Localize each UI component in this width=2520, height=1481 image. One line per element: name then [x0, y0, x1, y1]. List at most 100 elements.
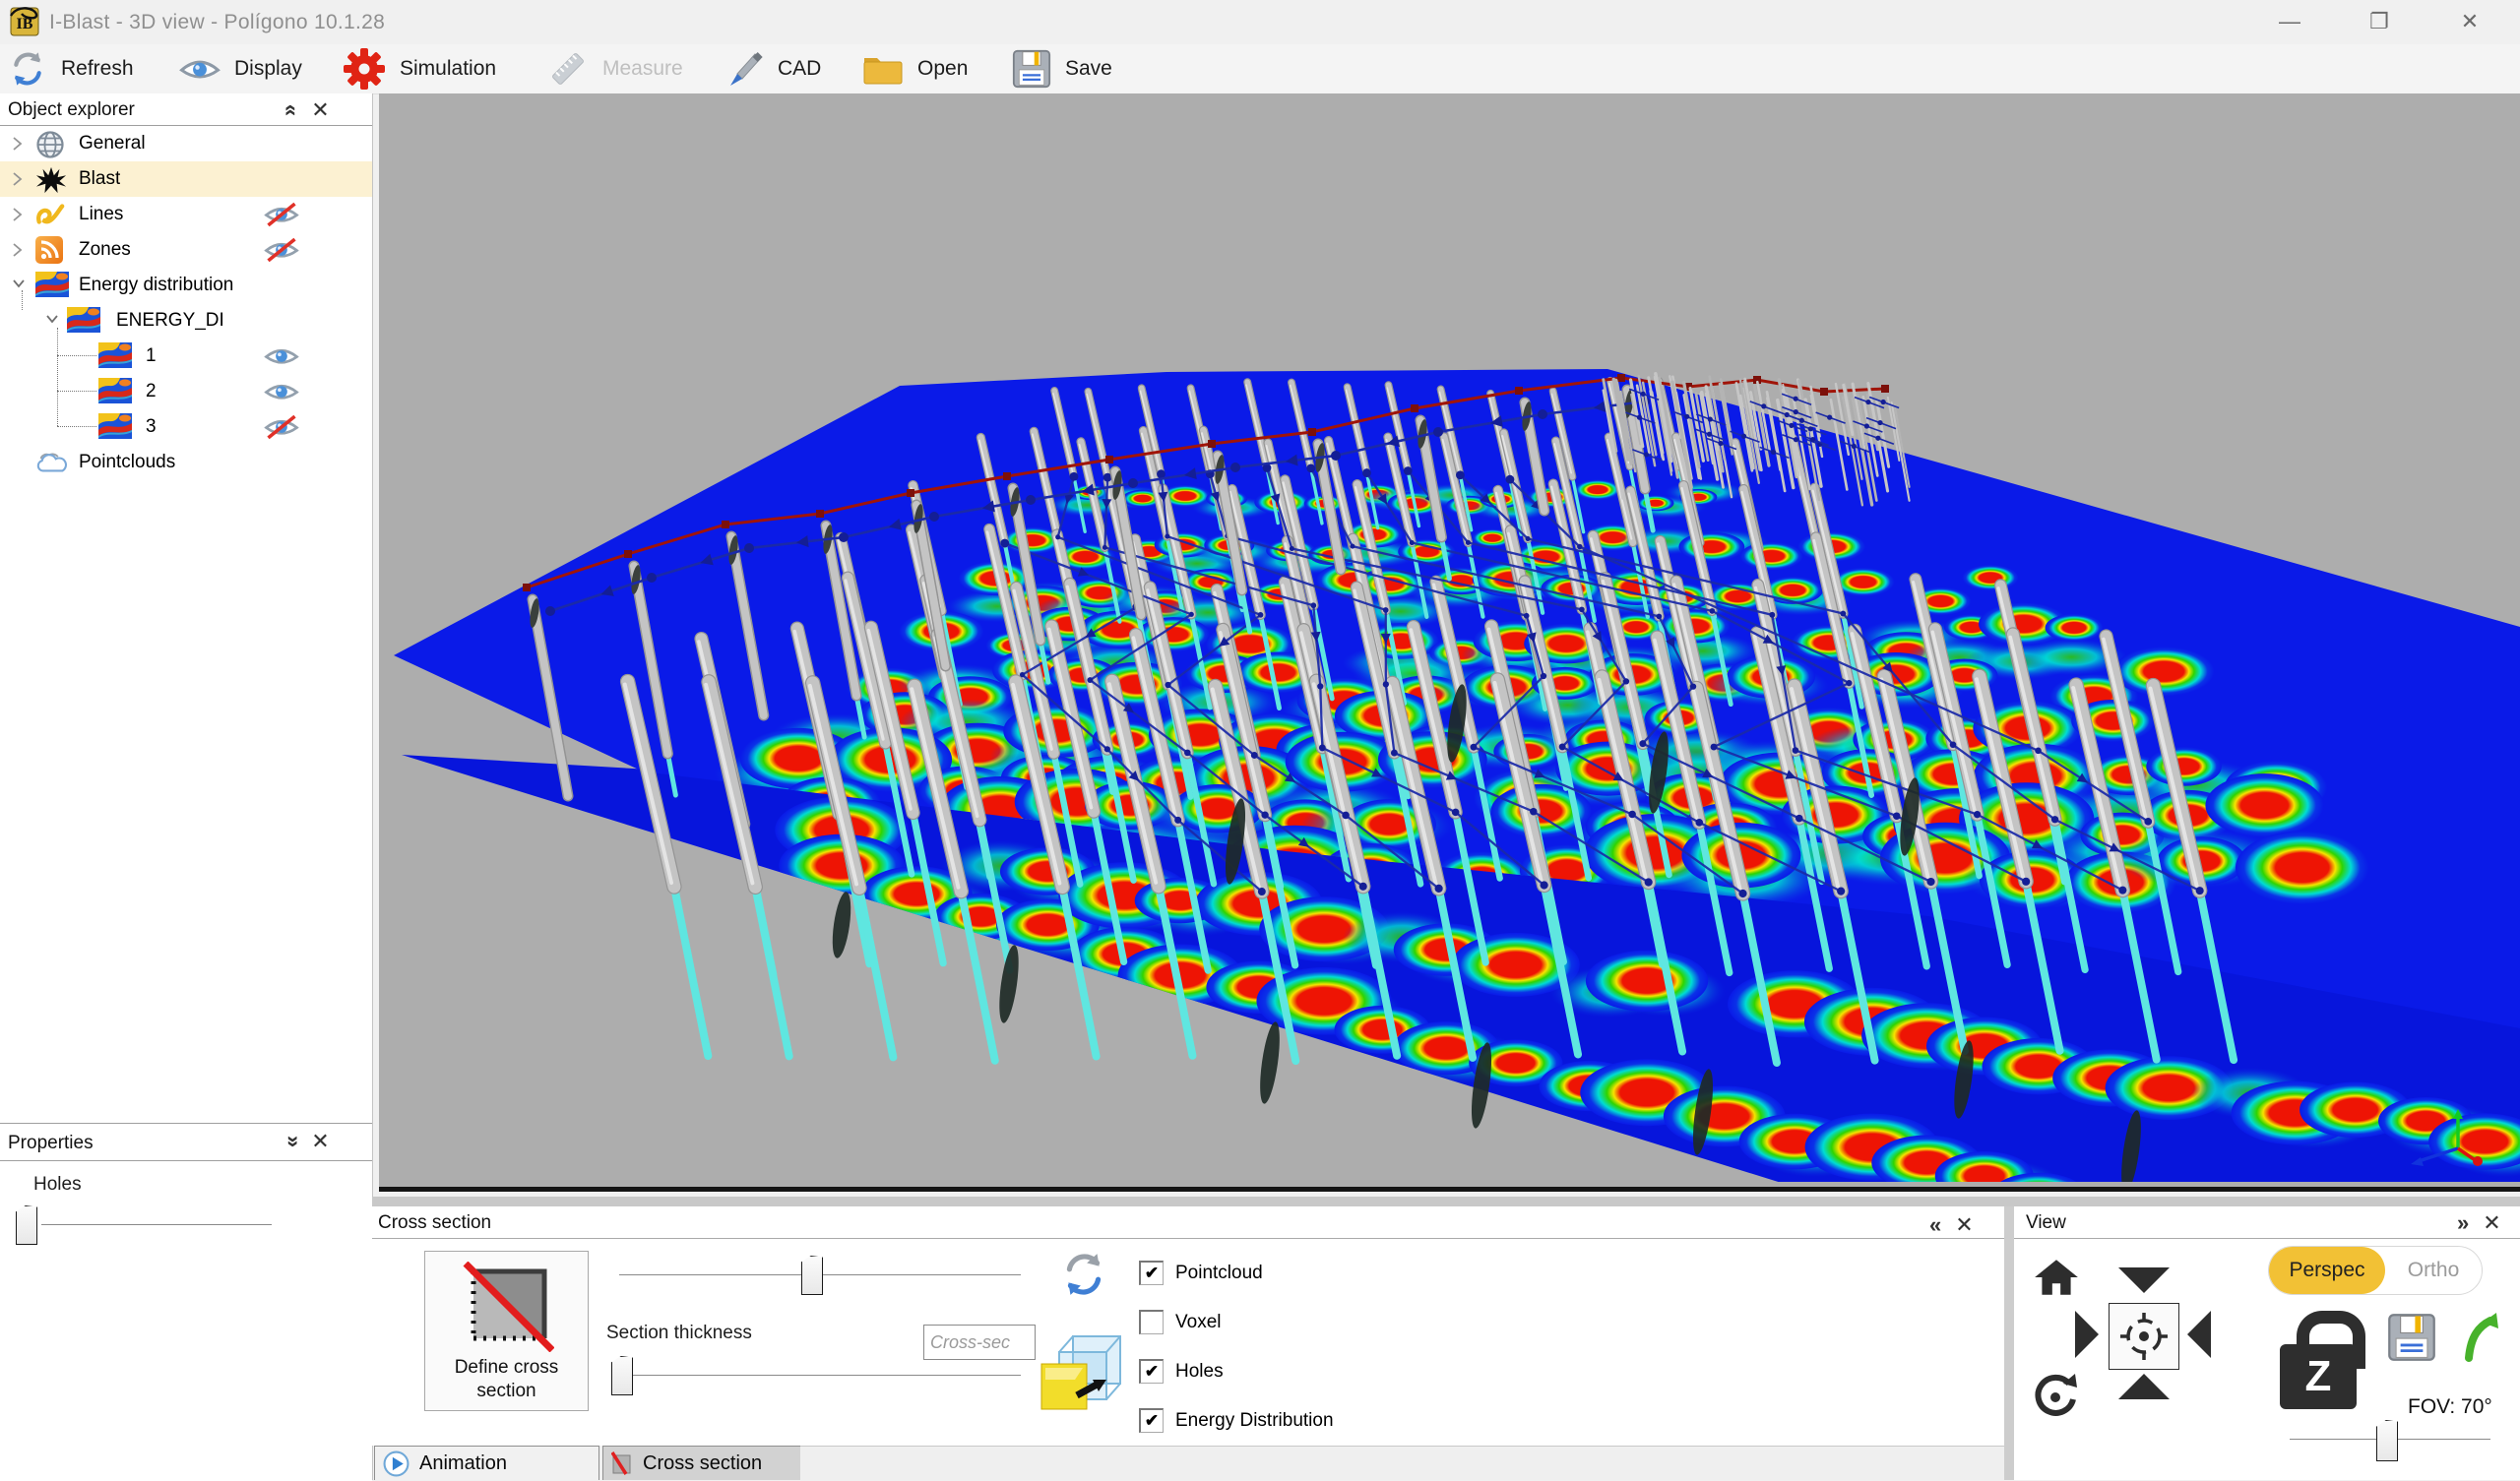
tree-chevron-icon[interactable]	[12, 207, 23, 222]
tree-item-label: ENERGY_DI	[116, 310, 224, 332]
eye-visible-icon[interactable]	[264, 342, 301, 370]
save-button[interactable]: Save	[1012, 44, 1112, 93]
restore-button[interactable]: ❐	[2357, 6, 2402, 37]
checkbox-voxel[interactable]: Voxel	[1139, 1310, 1221, 1334]
tree-item-1[interactable]: 1	[0, 339, 372, 374]
checkbox-box[interactable]: ✔	[1139, 1359, 1164, 1384]
close-panel-icon[interactable]: ✕	[1955, 1212, 1973, 1238]
tree-item-3[interactable]: 3	[0, 409, 372, 445]
holes-slider-track[interactable]	[41, 1224, 272, 1225]
globe-icon	[35, 130, 65, 159]
tab-cross-section[interactable]: Cross section	[602, 1446, 801, 1480]
close-panel-icon[interactable]: ✕	[2483, 1210, 2500, 1236]
tree-item-pointclouds[interactable]: Pointclouds	[0, 445, 372, 480]
pan-up-icon[interactable]	[2118, 1374, 2170, 1399]
toolbar-label-refresh: Refresh	[61, 57, 134, 81]
simulation-button[interactable]: Simulation	[343, 44, 496, 93]
refresh-section-icon[interactable]	[1059, 1250, 1108, 1299]
export-view-icon[interactable]	[2459, 1311, 2500, 1362]
minimize-button[interactable]: —	[2267, 6, 2312, 37]
section-thickness-slider-handle[interactable]	[611, 1356, 633, 1395]
close-panel-icon[interactable]: ✕	[311, 97, 329, 123]
tree-item-general[interactable]: General	[0, 126, 372, 161]
pan-down-icon[interactable]	[2118, 1267, 2170, 1293]
heatmap-icon	[98, 342, 132, 368]
tree-chevron-icon[interactable]	[45, 313, 59, 325]
heatmap-icon	[98, 378, 132, 403]
display-button[interactable]: Display	[179, 44, 302, 93]
window-title: I-Blast - 3D view - Polígono 10.1.28	[49, 11, 385, 34]
ortho-button[interactable]: Ortho	[2385, 1247, 2482, 1294]
cloud-icon	[35, 449, 69, 474]
checkbox-box[interactable]: ✔	[1139, 1261, 1164, 1285]
toolbar-label-save: Save	[1065, 57, 1112, 81]
app-icon: IB	[10, 7, 39, 36]
projection-toggle: Perspec Ortho	[2268, 1246, 2483, 1295]
checkbox-box[interactable]: ✔	[1139, 1408, 1164, 1433]
fov-slider-handle[interactable]	[2376, 1420, 2398, 1461]
cad-button[interactable]: CAD	[724, 44, 821, 93]
checkbox-holes[interactable]: ✔ Holes	[1139, 1359, 1224, 1384]
collapse-panel-icon[interactable]: «	[279, 104, 304, 116]
tree-chevron-icon[interactable]	[12, 242, 23, 258]
holes-slider-handle[interactable]	[16, 1205, 37, 1245]
extract-cube-icon[interactable]	[1038, 1330, 1126, 1417]
lock-z-icon[interactable]: Z	[2280, 1311, 2357, 1411]
collapse-panel-icon[interactable]: «	[279, 1136, 304, 1147]
floppy-icon	[1012, 49, 1051, 89]
eye-hidden-icon[interactable]	[264, 413, 301, 441]
tree-item-blast[interactable]: Blast	[0, 161, 372, 197]
cross-section-title: Cross section	[378, 1212, 491, 1234]
tree-item-label: Blast	[79, 168, 120, 190]
tree-chevron-icon[interactable]	[12, 136, 23, 152]
tab-animation[interactable]: Animation	[374, 1446, 599, 1480]
play-icon	[383, 1450, 410, 1477]
cross-section-name-input[interactable]	[923, 1325, 1036, 1360]
pan-left-icon[interactable]	[2187, 1311, 2211, 1358]
title-bar: IB I-Blast - 3D view - Polígono 10.1.28 …	[0, 0, 2520, 44]
checkbox-box[interactable]	[1139, 1310, 1164, 1334]
section-thickness-slider-track[interactable]	[619, 1375, 1021, 1376]
close-panel-icon[interactable]: ✕	[311, 1129, 329, 1154]
tree-item-2[interactable]: 2	[0, 374, 372, 409]
section-icon	[460, 1262, 554, 1352]
holes-group-label: Holes	[33, 1174, 82, 1196]
tree-item-energy-distribution[interactable]: Energy distribution	[0, 268, 372, 303]
checkbox-label: Voxel	[1175, 1312, 1221, 1333]
tree-item-label: 3	[146, 416, 157, 438]
define-cross-section-button[interactable]: Define cross section	[424, 1251, 589, 1411]
view-panel: View » ✕ Perspec Ortho Z FOV: 70°	[2014, 1206, 2520, 1480]
tree-item-energy-di[interactable]: ENERGY_DI	[0, 303, 372, 339]
3d-viewport[interactable]	[379, 93, 2520, 1192]
refresh-button[interactable]: Refresh	[8, 44, 134, 93]
eye-hidden-icon[interactable]	[264, 236, 301, 264]
checkbox-energy-distribution[interactable]: ✔Energy Distribution	[1139, 1408, 1334, 1433]
checkbox-pointcloud[interactable]: ✔ Pointcloud	[1139, 1261, 1263, 1285]
home-icon[interactable]	[2032, 1258, 2081, 1297]
checkbox-label: Holes	[1175, 1361, 1224, 1383]
open-button[interactable]: Open	[862, 44, 968, 93]
expand-panel-icon[interactable]: »	[2457, 1210, 2469, 1236]
close-button[interactable]: ✕	[2447, 6, 2492, 37]
tree-chevron-icon[interactable]	[12, 278, 26, 289]
tree-item-lines[interactable]: Lines	[0, 197, 372, 232]
save-view-icon[interactable]	[2386, 1313, 2437, 1362]
perspective-button[interactable]: Perspec	[2269, 1247, 2385, 1294]
target-icon[interactable]	[2109, 1303, 2179, 1370]
tree-item-label: Lines	[79, 204, 123, 225]
tree-item-zones[interactable]: Zones	[0, 232, 372, 268]
measure-button: Measure	[547, 44, 683, 93]
rotate-icon[interactable]	[2030, 1370, 2081, 1421]
pan-right-icon[interactable]	[2075, 1311, 2099, 1358]
checkbox-label: Pointcloud	[1175, 1263, 1263, 1284]
refresh-icon	[8, 49, 47, 89]
tree-item-label: Pointclouds	[79, 452, 175, 473]
tree-chevron-icon[interactable]	[12, 171, 23, 187]
collapse-panel-icon[interactable]: «	[1929, 1212, 1941, 1238]
eye-hidden-icon[interactable]	[264, 201, 301, 228]
eye-visible-icon[interactable]	[264, 378, 301, 405]
tree-item-label: 1	[146, 345, 157, 367]
eye-icon	[179, 54, 220, 84]
properties-title: Properties	[8, 1133, 94, 1154]
section-position-slider-handle[interactable]	[801, 1256, 823, 1295]
